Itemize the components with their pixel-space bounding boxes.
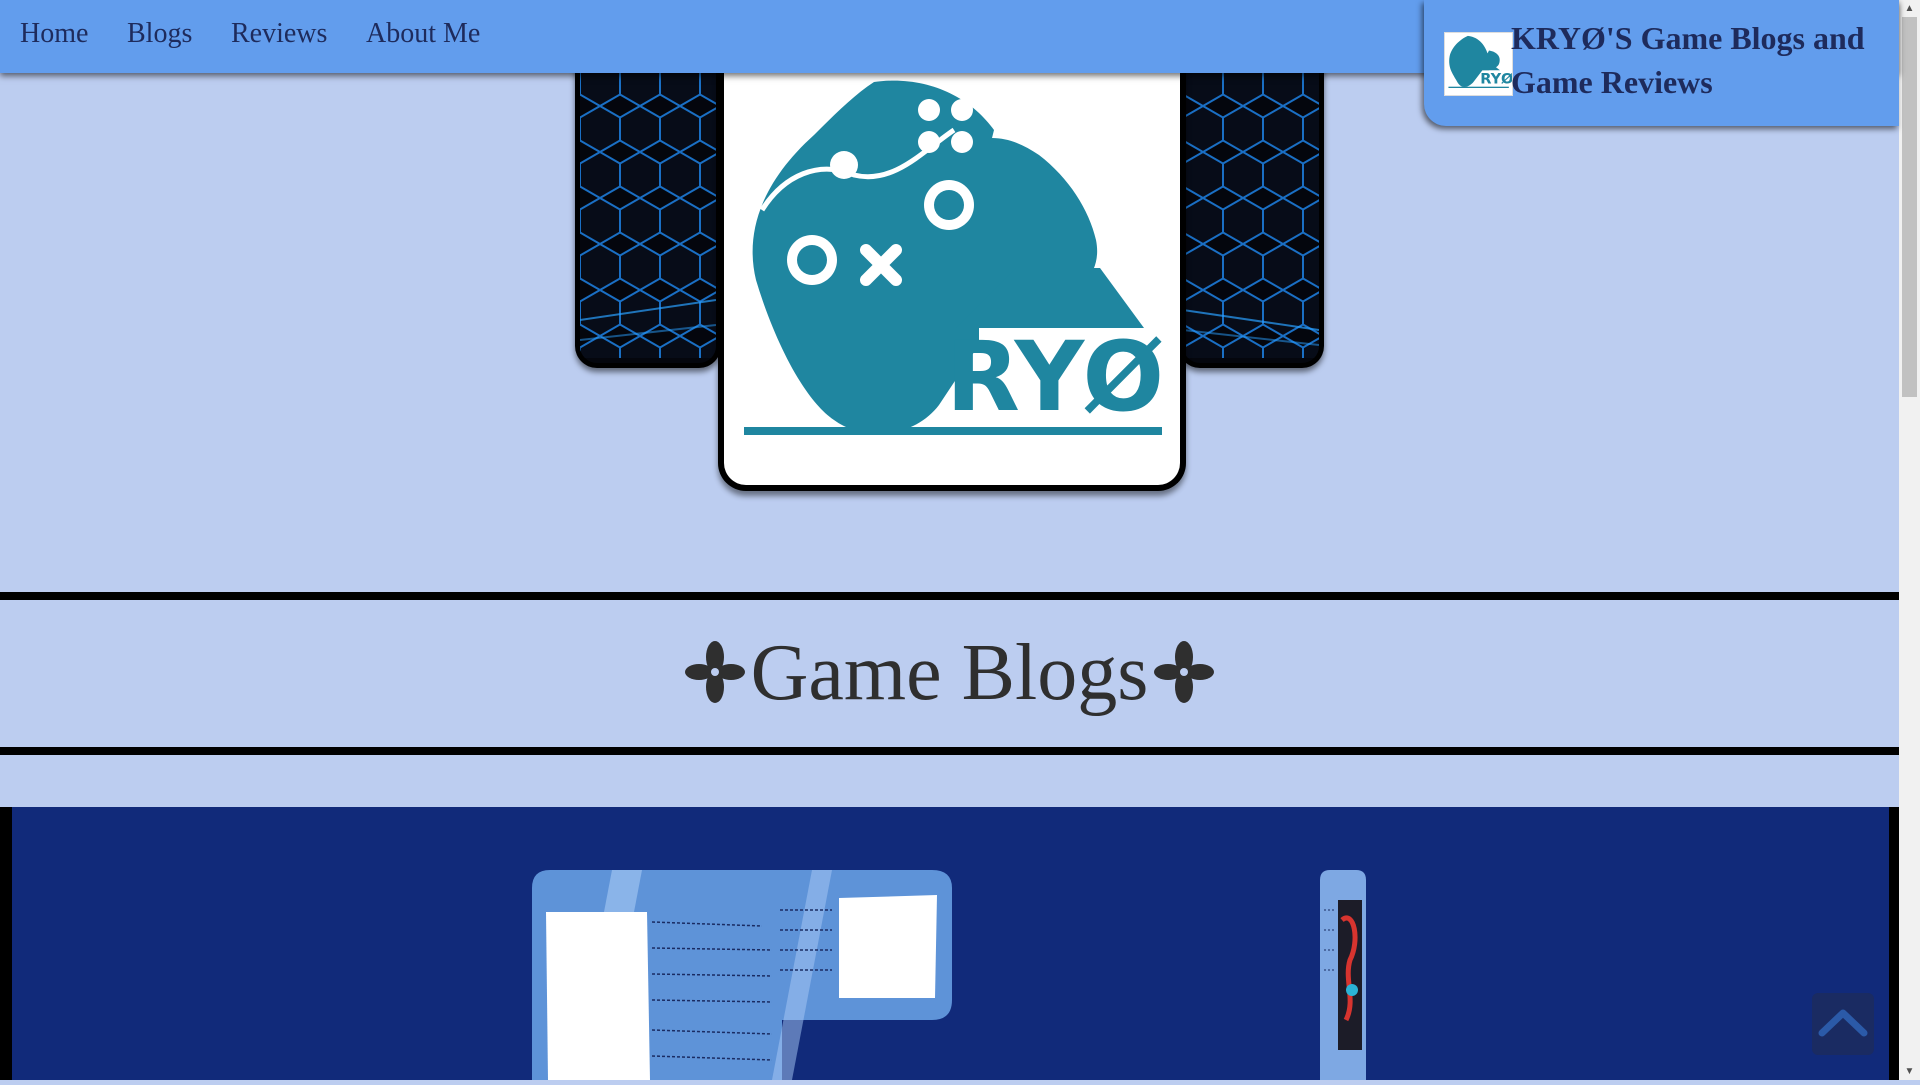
- site-brand-panel: RYØ KRYØ'S Game Blogs and Game Reviews: [1424, 0, 1899, 126]
- hero-logo-card: RYØ: [718, 60, 1186, 491]
- section-divider-bottom: [0, 747, 1899, 755]
- blog-card-thumbnail: [1320, 870, 1366, 1080]
- scrollbar-thumb[interactable]: [1902, 17, 1917, 397]
- brand-logo[interactable]: RYØ: [1444, 32, 1513, 96]
- site-title: KRYØ'S Game Blogs and Game Reviews: [1511, 20, 1865, 100]
- logo-wordmark: RYØ: [946, 321, 1164, 433]
- nav-link-reviews[interactable]: Reviews: [231, 18, 327, 50]
- nav-link-blogs[interactable]: Blogs: [127, 18, 192, 50]
- chevron-up-icon: [1818, 1009, 1868, 1037]
- scroll-up-arrow-icon[interactable]: ▲: [1899, 0, 1920, 17]
- nav-link-about-me[interactable]: About Me: [366, 18, 480, 50]
- gamepad-logo-icon: RYØ: [744, 80, 1164, 435]
- blog-carousel-area: [0, 807, 1899, 1080]
- blog-card-rotated[interactable]: [1316, 870, 1368, 1080]
- svg-text:RYØ: RYØ: [1480, 70, 1512, 87]
- section-heading: Game Blogs: [0, 618, 1899, 736]
- hex-texture-panel-right: [1178, 60, 1324, 368]
- four-petal-flower-icon: [684, 626, 745, 736]
- back-to-top-button[interactable]: [1812, 993, 1874, 1055]
- section-title-text: Game Blogs: [750, 629, 1149, 717]
- hex-texture-panel-left: [575, 60, 721, 368]
- blog-card-newspaper[interactable]: [532, 870, 952, 1080]
- four-petal-flower-icon: [1154, 626, 1215, 736]
- gamepad-logo-icon: RYØ: [1448, 35, 1513, 88]
- nav-link-home[interactable]: Home: [20, 18, 88, 50]
- scroll-down-arrow-icon[interactable]: ▼: [1899, 1063, 1920, 1080]
- section-divider-top: [0, 592, 1899, 600]
- newspaper-thumbnail: [532, 870, 952, 1080]
- vertical-scrollbar[interactable]: ▲ ▼: [1899, 0, 1920, 1080]
